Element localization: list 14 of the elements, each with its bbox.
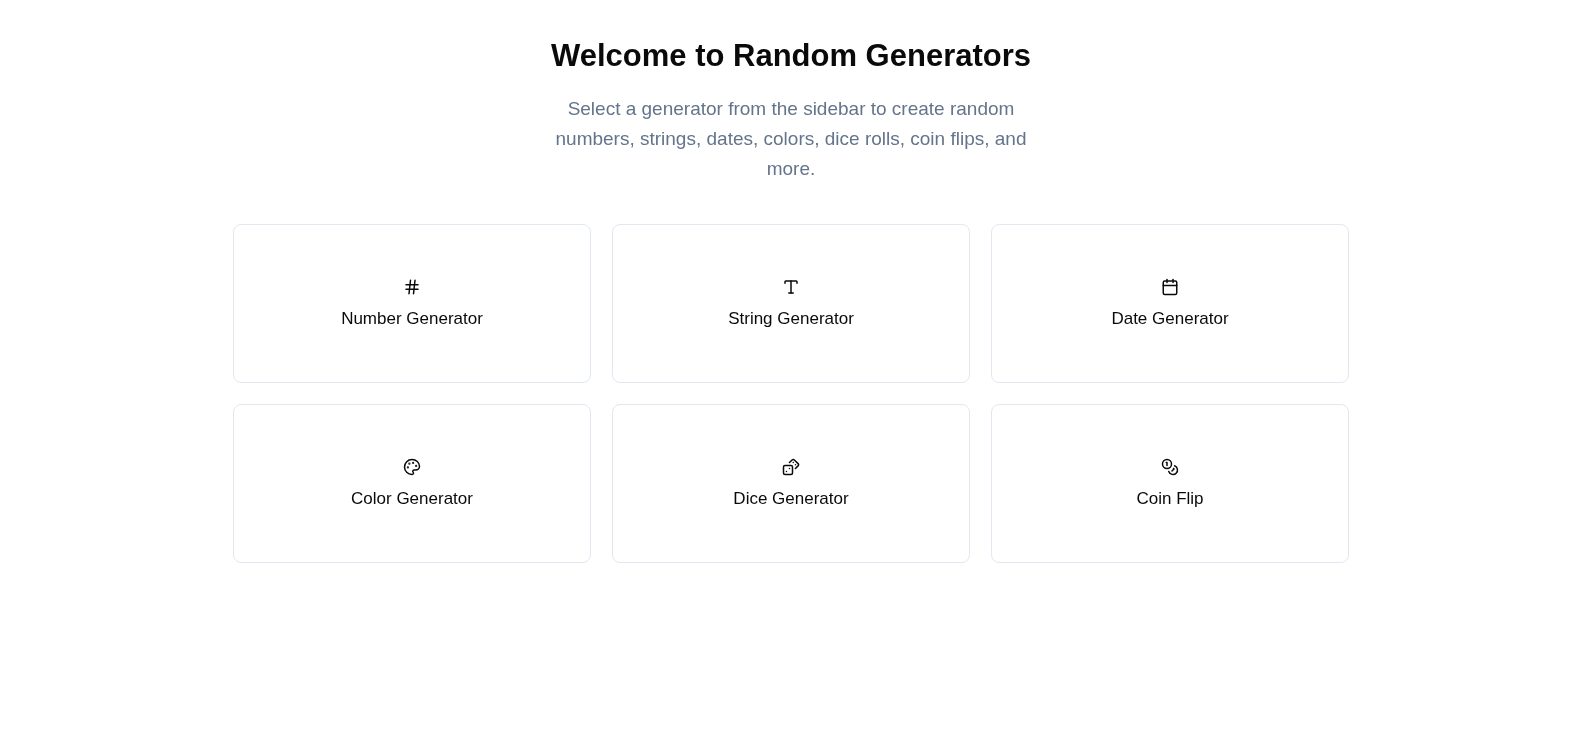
coins-icon — [1161, 458, 1179, 476]
page-subtitle: Select a generator from the sidebar to create random numbers, strings, dates, colors, dice rolls, coin flips, and more. — [554, 97, 1028, 181]
generator-card[interactable]: Coin Flip — [991, 404, 1349, 563]
calendar-icon — [1161, 278, 1179, 296]
generator-card[interactable]: Number Generator — [233, 224, 591, 383]
hash-icon — [403, 278, 421, 296]
generator-card[interactable]: Dice Generator — [612, 404, 970, 563]
dice-icon — [782, 458, 800, 476]
palette-icon — [403, 458, 421, 476]
page-title: Welcome to Random Generators — [551, 38, 1031, 74]
generator-card[interactable]: Color Generator — [233, 404, 591, 563]
generator-card[interactable]: Date Generator — [991, 224, 1349, 383]
generator-card[interactable]: String Generator — [612, 224, 970, 383]
text-icon — [782, 278, 800, 296]
